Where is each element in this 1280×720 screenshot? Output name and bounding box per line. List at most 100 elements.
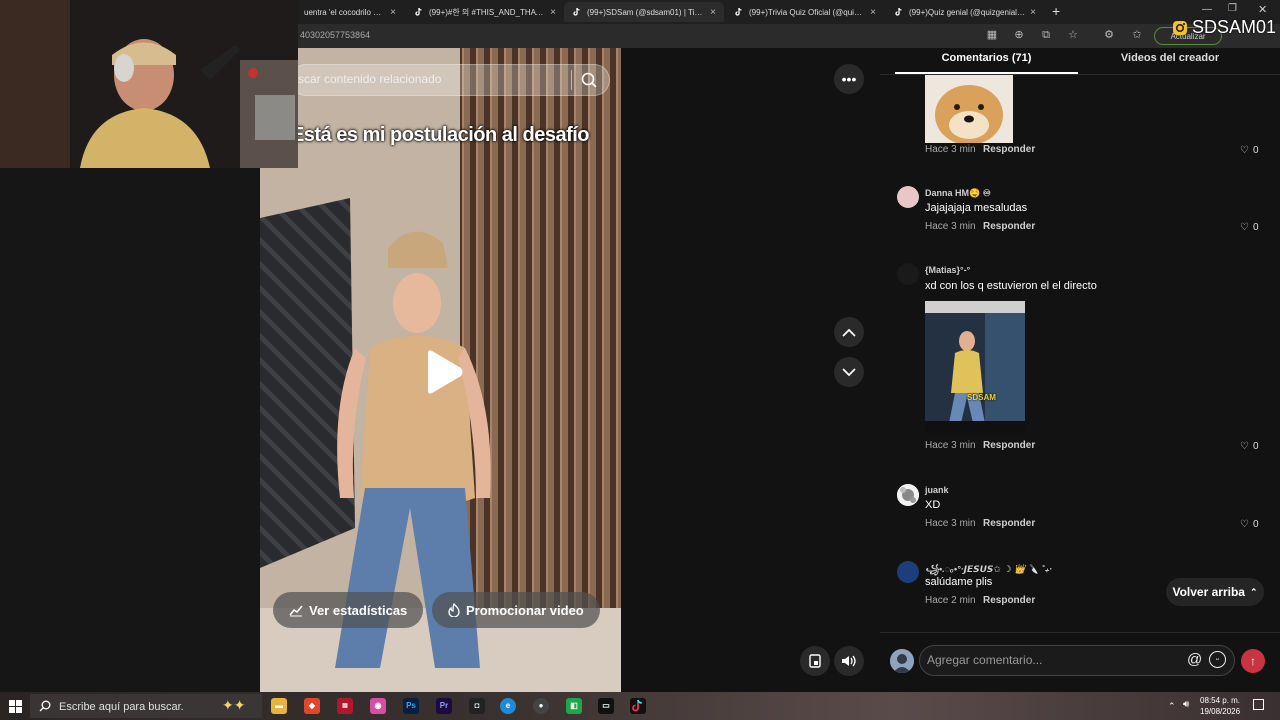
tiktok-icon (735, 7, 742, 16)
page-left-area (0, 168, 260, 692)
sparkle-icon[interactable]: ✦✦ (222, 697, 245, 714)
like-button[interactable]: ♡ 0 (1240, 222, 1259, 233)
brave-browser-icon[interactable]: ◆ (304, 698, 320, 714)
avatar[interactable] (897, 484, 919, 506)
avatar[interactable] (897, 561, 919, 583)
reply-button[interactable]: Responder (983, 518, 1035, 529)
reply-button[interactable]: Responder (983, 440, 1035, 451)
mention-icon[interactable]: @ (1187, 651, 1202, 668)
like-button[interactable]: ♡ 0 (1240, 441, 1259, 452)
promote-button[interactable]: Promocionar video (432, 592, 600, 628)
close-icon[interactable]: × (710, 7, 716, 18)
photoshop-icon[interactable]: Ps (403, 698, 419, 714)
promote-label: Promocionar video (466, 602, 584, 618)
browser-tab[interactable]: (99+)Quiz genial (@quizgeniales) × (886, 2, 1044, 22)
browser-tab[interactable]: uentra 'el cocodrilo dani × (296, 2, 404, 22)
close-icon[interactable]: × (870, 7, 876, 18)
comment-time: Hace 2 min (925, 595, 976, 606)
comment-time: Hace 3 min (925, 144, 976, 155)
extensions-icon[interactable]: ⚙ (1102, 28, 1116, 42)
heart-icon: ♡ (1240, 441, 1249, 452)
like-button[interactable]: ♡ 0 (1240, 519, 1259, 530)
close-icon[interactable]: × (1030, 7, 1036, 18)
close-icon[interactable]: × (390, 7, 396, 18)
zoom-icon[interactable]: ⊕ (1012, 28, 1026, 42)
obs-icon[interactable]: ● (533, 698, 549, 714)
heart-icon: ♡ (1240, 519, 1249, 530)
watermark-handle: SDSAM01 (1192, 17, 1277, 37)
windows-start-icon[interactable] (9, 700, 22, 713)
avatar[interactable] (897, 263, 919, 285)
play-icon[interactable] (424, 349, 464, 395)
app-icon[interactable]: ▤ (337, 698, 353, 714)
heart-icon: ♡ (1240, 222, 1249, 233)
next-video-button[interactable] (834, 357, 864, 387)
file-explorer-icon[interactable]: ▬ (271, 698, 287, 714)
tiktok-icon (632, 699, 642, 712)
back-to-top-label: Volver arriba (1172, 585, 1245, 599)
taskbar-search-placeholder[interactable]: Escribe aquí para buscar. (59, 701, 184, 713)
reply-button[interactable]: Responder (983, 221, 1035, 232)
emoji-icon[interactable]: ᵕ (1209, 651, 1226, 668)
tiktok-icon (415, 7, 422, 16)
close-icon[interactable]: × (550, 7, 556, 18)
clock-time: 08:54 p. m. (1200, 696, 1241, 705)
premiere-icon[interactable]: Pr (436, 698, 452, 714)
tab-comments[interactable]: Comentarios (71) (895, 52, 1078, 64)
related-search-placeholder[interactable]: scar contenido relacionado (298, 72, 441, 86)
reply-button[interactable]: Responder (983, 595, 1035, 606)
notifications-icon[interactable] (1253, 699, 1264, 710)
tray-chevron-icon[interactable]: ⌃ (1168, 701, 1176, 712)
comment-username[interactable]: Danna HM🤤 ♾ (925, 188, 991, 199)
minimize-icon[interactable]: — (1202, 4, 1212, 15)
previous-video-button[interactable] (834, 317, 864, 347)
favorite-star-icon[interactable]: ☆ (1066, 28, 1080, 42)
favorites-icon[interactable]: ✩ (1130, 28, 1144, 42)
webcam-overlay (0, 0, 298, 168)
comment-input-placeholder[interactable]: Agregar comentario... (927, 653, 1042, 667)
reply-button[interactable]: Responder (983, 144, 1035, 155)
clock-date: 19/08/2026 (1200, 707, 1241, 716)
media-icon[interactable]: ⧉ (1039, 28, 1053, 42)
more-options-button[interactable]: ••• (834, 64, 864, 94)
close-window-icon[interactable]: ✕ (1258, 3, 1267, 16)
new-tab-button[interactable]: + (1052, 3, 1060, 19)
app-icon[interactable]: ◧ (566, 698, 582, 714)
restore-icon[interactable]: ❐ (1228, 3, 1237, 14)
like-count: 0 (1252, 441, 1259, 452)
tiktok-app-icon[interactable] (630, 698, 646, 714)
comment-username[interactable]: {Matias}°-° (925, 265, 970, 275)
search-icon[interactable] (580, 71, 598, 89)
browser-tab-active[interactable]: (99+)SDSam (@sdsam01) | TikTok × (564, 2, 724, 22)
send-button[interactable]: ↑ (1241, 649, 1265, 673)
stats-button[interactable]: Ver estadísticas (273, 592, 424, 628)
terminal-icon[interactable]: ▭ (598, 698, 614, 714)
app-icon[interactable]: ◉ (370, 698, 386, 714)
browser-tab[interactable]: (99+)#한 의 #THIS_AND_THAT Cl × (406, 2, 564, 22)
tab-label: (99+)Quiz genial (@quizgeniales) (909, 7, 1026, 17)
double-chevron-up-icon: ⌃ (1249, 586, 1258, 597)
tab-creator-videos[interactable]: Videos del creador (1080, 52, 1260, 64)
avatar[interactable] (897, 186, 919, 208)
back-to-top-button[interactable]: Volver arriba ⌃ (1166, 578, 1264, 606)
apps-icon[interactable]: ▦ (985, 28, 999, 42)
mini-player-button[interactable] (800, 646, 830, 676)
volume-tray-icon[interactable]: 🔊︎ (1183, 699, 1189, 710)
heart-icon: ♡ (1240, 145, 1249, 156)
taskbar-clock[interactable]: 08:54 p. m. 19/08/2026 (1200, 695, 1240, 717)
edge-browser-icon[interactable]: e (500, 698, 516, 714)
browser-tab[interactable]: (99+)Trivia Quiz Oficial (@quiz_tr × (726, 2, 884, 22)
user-avatar[interactable] (890, 649, 914, 673)
comment-username[interactable]: juank (925, 485, 949, 495)
volume-button[interactable] (834, 646, 864, 676)
like-count: 0 (1252, 222, 1259, 233)
attached-image-label: SDSAM (967, 393, 996, 402)
volume-icon (842, 655, 856, 667)
comment-attached-image[interactable]: SDSAM (925, 301, 1025, 433)
tab-label: uentra 'el cocodrilo dani (304, 7, 386, 17)
app-icon[interactable]: ◘ (469, 698, 485, 714)
like-button[interactable]: ♡ 0 (1240, 145, 1259, 156)
url-text[interactable]: 40302057753864 (300, 30, 370, 40)
video-caption: Está es mi postulación al desafío (290, 124, 590, 146)
comment-sticker-image[interactable] (925, 75, 1013, 143)
